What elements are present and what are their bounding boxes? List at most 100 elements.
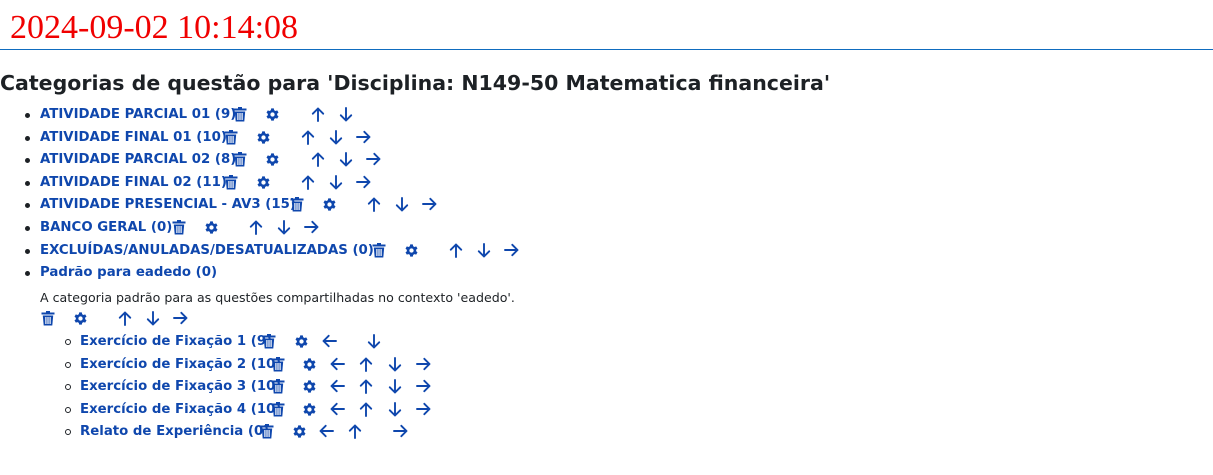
- category-link[interactable]: Exercício de Fixação 4 (10): [80, 401, 281, 419]
- category-item: ATIVIDADE PARCIAL 02 (8): [0, 149, 1213, 172]
- arrow-down-icon[interactable]: [395, 197, 409, 212]
- category-link[interactable]: ATIVIDADE PARCIAL 01 (9): [40, 106, 236, 124]
- arrow-up-icon[interactable]: [118, 311, 132, 326]
- category-link[interactable]: ATIVIDADE PARCIAL 02 (8): [40, 151, 236, 169]
- arrow-up-icon[interactable]: [348, 424, 362, 440]
- gear-icon[interactable]: [265, 152, 280, 167]
- category-link[interactable]: Exercício de Fixação 3 (10): [80, 378, 281, 396]
- arrow-down-icon[interactable]: [339, 107, 353, 122]
- arrow-down-icon[interactable]: [277, 220, 291, 235]
- subcategory-item: Exercício de Fixação 4 (10): [0, 399, 1213, 422]
- arrow-left-icon[interactable]: [330, 357, 345, 371]
- arrow-right-icon[interactable]: [416, 357, 431, 371]
- category-link[interactable]: ATIVIDADE FINAL 01 (10): [40, 129, 227, 147]
- arrow-right-icon[interactable]: [504, 243, 519, 257]
- category-item: BANCO GERAL (0): [0, 217, 1213, 240]
- gear-icon[interactable]: [73, 311, 88, 326]
- bullet: [25, 113, 30, 118]
- arrow-up-icon[interactable]: [359, 402, 373, 417]
- arrow-right-icon[interactable]: [366, 152, 381, 166]
- arrow-down-icon[interactable]: [339, 152, 353, 167]
- arrow-right-icon[interactable]: [416, 379, 431, 393]
- gear-icon[interactable]: [265, 107, 280, 122]
- gear-icon[interactable]: [404, 243, 419, 258]
- category-list: ATIVIDADE PARCIAL 01 (9) ATIVIDADE FINAL…: [0, 104, 1213, 285]
- gear-icon[interactable]: [302, 402, 317, 417]
- category-link[interactable]: ATIVIDADE PRESENCIAL - AV3 (15): [40, 196, 296, 214]
- arrow-up-icon[interactable]: [301, 130, 315, 145]
- category-item: Padrão para eadedo (0): [0, 262, 1213, 285]
- category-link[interactable]: Exercício de Fixação 2 (10): [80, 356, 281, 374]
- category-link[interactable]: Relato de Experiência (0): [80, 423, 269, 441]
- arrow-right-icon[interactable]: [304, 220, 319, 234]
- gear-icon[interactable]: [302, 357, 317, 372]
- arrow-up-icon[interactable]: [359, 379, 373, 395]
- bullet: [25, 158, 30, 164]
- gear-icon[interactable]: [292, 424, 307, 439]
- bullet: [25, 271, 30, 277]
- gear-icon[interactable]: [204, 220, 219, 235]
- subcategory-list: Exercício de Fixação 1 (9) Exercício de …: [0, 331, 1213, 444]
- gear-icon[interactable]: [294, 334, 309, 349]
- arrow-up-icon[interactable]: [367, 197, 381, 213]
- arrow-right-icon[interactable]: [416, 402, 431, 416]
- category-link[interactable]: ATIVIDADE FINAL 02 (11): [40, 174, 227, 192]
- gear-icon[interactable]: [256, 175, 271, 190]
- subcategory-item: Exercício de Fixação 1 (9): [0, 331, 1213, 354]
- trash-icon[interactable]: [372, 242, 386, 258]
- trash-icon[interactable]: [224, 129, 238, 145]
- trash-icon[interactable]: [271, 379, 285, 394]
- trash-icon[interactable]: [271, 356, 285, 372]
- arrow-down-icon[interactable]: [329, 129, 343, 145]
- gear-icon[interactable]: [322, 197, 337, 212]
- trash-icon[interactable]: [262, 334, 276, 349]
- trash-icon[interactable]: [224, 174, 238, 190]
- arrow-left-icon[interactable]: [319, 424, 334, 438]
- arrow-down-icon[interactable]: [388, 356, 402, 372]
- arrow-up-icon[interactable]: [449, 243, 463, 258]
- arrow-down-icon[interactable]: [146, 311, 160, 326]
- arrow-down-icon[interactable]: [367, 334, 381, 349]
- category-actions: [0, 308, 1213, 330]
- trash-icon[interactable]: [41, 311, 55, 326]
- arrow-down-icon[interactable]: [388, 379, 402, 394]
- arrow-left-icon[interactable]: [330, 402, 345, 416]
- arrow-down-icon[interactable]: [329, 174, 343, 190]
- arrow-up-icon[interactable]: [249, 220, 263, 235]
- bullet: [65, 406, 71, 413]
- arrow-left-icon[interactable]: [322, 334, 337, 348]
- gear-icon[interactable]: [256, 130, 271, 145]
- bullet: [25, 248, 30, 254]
- arrow-right-icon[interactable]: [173, 311, 188, 325]
- bullet: [25, 180, 30, 186]
- trash-icon[interactable]: [260, 424, 274, 439]
- trash-icon[interactable]: [233, 107, 247, 122]
- trash-icon[interactable]: [271, 401, 285, 417]
- trash-icon[interactable]: [172, 219, 186, 235]
- divider: [0, 49, 1213, 50]
- gear-icon[interactable]: [302, 379, 317, 394]
- category-link[interactable]: Padrão para eadedo (0): [40, 264, 217, 282]
- arrow-down-icon[interactable]: [388, 401, 402, 417]
- page-title: Categorias de questão para 'Disciplina: …: [0, 71, 831, 95]
- trash-icon[interactable]: [233, 152, 247, 167]
- arrow-right-icon[interactable]: [356, 130, 371, 144]
- arrow-right-icon[interactable]: [356, 175, 371, 189]
- arrow-left-icon[interactable]: [330, 379, 345, 393]
- arrow-up-icon[interactable]: [311, 107, 325, 122]
- bullet: [25, 225, 30, 231]
- bullet: [65, 339, 71, 345]
- arrow-up-icon[interactable]: [301, 175, 315, 190]
- arrow-right-icon[interactable]: [393, 424, 408, 438]
- arrow-up-icon[interactable]: [311, 152, 325, 168]
- category-item: ATIVIDADE FINAL 02 (11): [0, 172, 1213, 195]
- category-link[interactable]: BANCO GERAL (0): [40, 219, 172, 237]
- trash-icon[interactable]: [290, 197, 304, 212]
- category-link[interactable]: EXCLUÍDAS/ANULADAS/DESATUALIZADAS (0): [40, 242, 374, 260]
- arrow-up-icon[interactable]: [359, 357, 373, 372]
- arrow-down-icon[interactable]: [477, 242, 491, 258]
- arrow-right-icon[interactable]: [422, 197, 437, 211]
- timestamp: 2024-09-02 10:14:08: [10, 9, 299, 46]
- category-link[interactable]: Exercício de Fixação 1 (9): [80, 333, 272, 351]
- bullet: [25, 203, 30, 209]
